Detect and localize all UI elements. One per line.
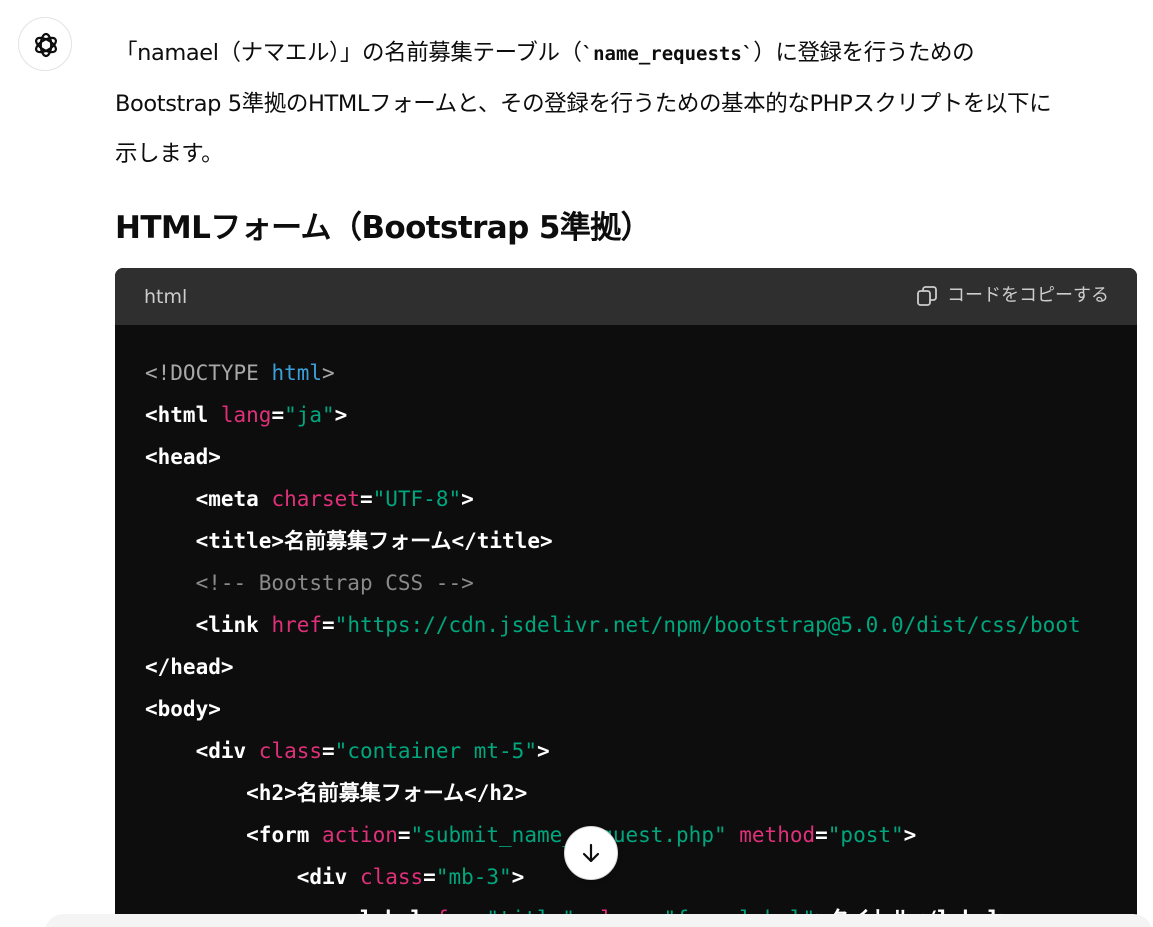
- code-language-label: html: [144, 286, 188, 308]
- code-token: <!-- Bootstrap CSS -->: [195, 571, 474, 595]
- code-line: <!DOCTYPE html>: [145, 352, 1081, 394]
- assistant-message-intro: 「namael（ナマエル）」の名前募集テーブル（`name_requests`）…: [115, 28, 1135, 179]
- code-token: </head>: [145, 655, 234, 679]
- copy-code-label: コードをコピーする: [947, 285, 1109, 306]
- code-token: method: [739, 823, 816, 847]
- code-token: =: [322, 739, 335, 763]
- code-token: "container mt-5": [334, 739, 537, 763]
- code-token: <!DOCTYPE: [145, 361, 272, 385]
- code-token: <meta: [195, 487, 272, 511]
- code-token: <head>: [145, 445, 221, 469]
- code-line: <link href="https://cdn.jsdelivr.net/npm…: [145, 604, 1081, 646]
- code-token: >: [511, 865, 525, 889]
- code-line: <body>: [145, 688, 1081, 730]
- code-token: href: [271, 613, 323, 637]
- code-token: "UTF-8": [372, 487, 462, 511]
- inline-code-table-name: `name_requests`: [581, 43, 754, 65]
- code-token: </title>: [451, 529, 553, 553]
- intro-text-1: 「namael（ナマエル）」の名前募集テーブル（: [115, 40, 582, 66]
- code-token: "ja": [284, 403, 335, 427]
- intro-text-2: ）に登録を行うための: [753, 40, 975, 66]
- intro-text-3: Bootstrap 5準拠のHTMLフォームと、その登録を行うための基本的なPH…: [115, 91, 1052, 117]
- code-line: <h2>名前募集フォーム</h2>: [145, 772, 1081, 814]
- code-token: >: [461, 487, 474, 511]
- code-line: <div class="container mt-5">: [145, 730, 1081, 772]
- code-token: charset: [271, 487, 360, 511]
- code-token: action: [322, 823, 398, 847]
- code-token: "https://cdn.jsdelivr.net/npm/bootstrap@…: [334, 613, 1081, 637]
- code-token: <link: [195, 613, 272, 637]
- code-token: <div: [195, 739, 259, 763]
- code-token: =: [815, 823, 828, 847]
- code-token: "mb-3": [435, 865, 512, 889]
- intro-text-4: 示します。: [115, 141, 224, 167]
- code-line: <title>名前募集フォーム</title>: [145, 520, 1081, 562]
- code-token: >: [536, 739, 550, 763]
- code-token: >: [903, 823, 917, 847]
- code-token: >: [322, 361, 335, 385]
- code-token: 名前募集フォーム: [296, 781, 465, 805]
- code-line: <!-- Bootstrap CSS -->: [145, 562, 1081, 604]
- scroll-to-bottom-button[interactable]: [564, 826, 618, 880]
- code-token: <div: [296, 865, 360, 889]
- code-token: class: [258, 739, 323, 763]
- code-line: <meta charset="UTF-8">: [145, 478, 1081, 520]
- code-token: <form: [246, 823, 323, 847]
- assistant-avatar: [18, 17, 72, 71]
- code-token: lang: [220, 403, 272, 427]
- code-line: <html lang="ja">: [145, 394, 1081, 436]
- copy-icon: [917, 286, 937, 306]
- code-token: </h2>: [464, 781, 528, 805]
- section-heading: HTMLフォーム（Bootstrap 5準拠）: [115, 210, 652, 246]
- code-token: =: [322, 613, 335, 637]
- code-token: 名前募集フォーム: [284, 529, 452, 553]
- code-line: <head>: [145, 436, 1081, 478]
- code-token: =: [397, 823, 411, 847]
- code-token: =: [423, 865, 436, 889]
- message-composer[interactable]: [44, 914, 1153, 927]
- code-token: =: [271, 403, 285, 427]
- code-token: <html: [145, 403, 221, 427]
- code-token: <h2>: [246, 781, 297, 805]
- openai-logo-icon: [35, 32, 57, 58]
- code-token: html: [271, 361, 323, 385]
- arrow-down-icon: [582, 843, 600, 863]
- code-block-header: html コードをコピーする: [115, 268, 1137, 325]
- code-token: =: [359, 487, 373, 511]
- code-block: html コードをコピーする <!DOCTYPE html> <html lang…: [115, 268, 1137, 927]
- code-token: class: [359, 865, 424, 889]
- code-token: <title>: [195, 529, 285, 553]
- copy-code-button[interactable]: コードをコピーする: [915, 284, 1109, 308]
- code-line: </head>: [145, 646, 1081, 688]
- code-token: >: [334, 403, 348, 427]
- code-token: "post": [827, 823, 904, 847]
- code-token: <body>: [145, 697, 221, 721]
